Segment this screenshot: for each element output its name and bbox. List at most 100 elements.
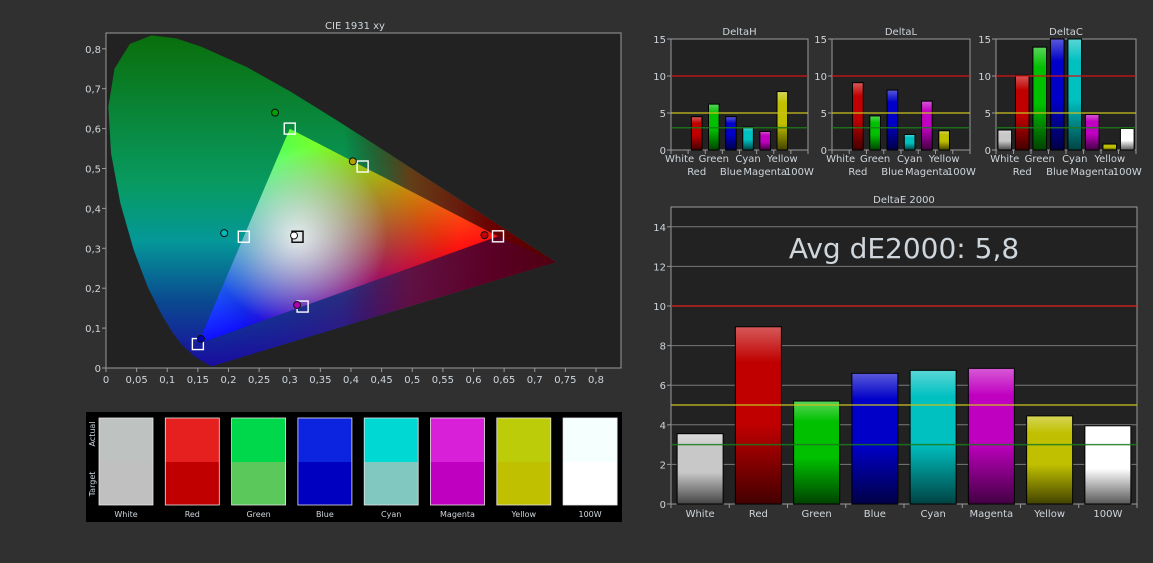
bar-red <box>690 116 703 151</box>
actual-marker-magenta <box>293 300 302 309</box>
y-tick-label: 0,3 <box>85 244 101 255</box>
swatch-target-blue <box>297 462 352 505</box>
x-tick-label: Red <box>1013 167 1032 178</box>
y-tick-label: 4 <box>660 421 666 432</box>
y-tick-label: 10 <box>814 72 827 83</box>
bar-blue <box>886 89 899 151</box>
bar-magenta <box>1084 113 1100 151</box>
x-tick-label: Green <box>860 154 890 165</box>
y-tick-label: 0,6 <box>85 125 101 136</box>
swatch-actual-red <box>165 418 220 462</box>
y-tick-label: 12 <box>653 262 666 273</box>
y-tick-label: 5 <box>660 109 666 120</box>
y-tick-label: 0 <box>95 364 101 375</box>
y-tick-label: 2 <box>660 460 666 471</box>
x-tick-label: Magenta <box>970 509 1014 520</box>
swatch-label: 100W <box>579 510 602 519</box>
y-tick-label: 5 <box>985 109 991 120</box>
x-tick-label: 100W <box>947 167 976 178</box>
x-tick-label: 0,55 <box>432 375 454 386</box>
x-tick-label: White <box>990 154 1019 165</box>
x-tick-label: 0 <box>103 375 109 386</box>
bar-yellow <box>938 130 950 151</box>
y-tick-label: 10 <box>978 72 991 83</box>
bar-cyan <box>909 369 957 505</box>
y-tick-label: 15 <box>653 35 666 46</box>
y-tick-label: 8 <box>660 342 666 353</box>
swatch-label: Green <box>246 510 270 519</box>
bar-yellow <box>1102 143 1118 151</box>
x-tick-label: White <box>665 154 694 165</box>
y-tick-label: 6 <box>660 381 666 392</box>
swatch-actual-blue <box>297 418 352 462</box>
swatch-panel: Actual Target White Red Green Blue Cyan Magenta… <box>86 412 622 522</box>
x-tick-label: 0,3 <box>282 375 298 386</box>
swatch-label: Yellow <box>510 510 536 519</box>
swatch-actual-cyan <box>364 418 419 462</box>
cie-chart: CIE 1931 xy 0 0,05 0,1 0,15 0,2 0,25 0,3 0,35 0,4… <box>85 21 622 386</box>
bar-magenta <box>967 367 1015 505</box>
x-tick-label: Yellow <box>766 154 798 165</box>
y-tick-label: 14 <box>653 223 666 234</box>
swatch-target-magenta <box>430 462 485 505</box>
swatch-target-cyan <box>364 462 419 505</box>
actual-marker-yellow <box>348 157 357 166</box>
x-tick-label: Magenta <box>743 167 787 178</box>
x-tick-label: 0,75 <box>554 375 576 386</box>
x-tick-label: Cyan <box>897 154 922 165</box>
y-tick-label: 0,1 <box>85 324 101 335</box>
swatch-actual-white <box>99 418 153 462</box>
bar-green <box>793 400 841 505</box>
bar-magenta <box>759 131 771 151</box>
cie-title: CIE 1931 xy <box>325 21 385 32</box>
x-tick-label: Blue <box>864 509 886 520</box>
x-tick-label: 0,35 <box>309 375 331 386</box>
x-tick-label: 0,25 <box>248 375 270 386</box>
x-tick-label: Cyan <box>1062 154 1087 165</box>
y-tick-label: 15 <box>978 35 991 46</box>
x-tick-label: 0,05 <box>125 375 147 386</box>
x-tick-label: 0,15 <box>187 375 209 386</box>
x-tick-label: Blue <box>720 167 742 178</box>
x-tick-label: 0,6 <box>466 375 482 386</box>
x-tick-label: Yellow <box>1093 154 1125 165</box>
y-tick-label: 0,7 <box>85 85 101 96</box>
x-tick-label: 0,5 <box>404 375 420 386</box>
swatch-label: Red <box>185 510 200 519</box>
y-tick-label: 0,5 <box>85 165 101 176</box>
deltaC-chart: DeltaC051015WhiteRedGreenBlueCyanMagenta… <box>978 27 1142 178</box>
swatch-actual-green <box>231 418 286 462</box>
avg-de-annotation: Avg dE2000: 5,8 <box>789 232 1019 265</box>
x-tick-label: 0,7 <box>527 375 543 386</box>
swatch-target-white <box>99 462 153 505</box>
y-tick-label: 0,8 <box>85 45 101 56</box>
y-tick-label: 10 <box>653 72 666 83</box>
x-tick-label: Magenta <box>905 167 949 178</box>
bar-blue <box>1049 38 1065 151</box>
x-tick-label: Yellow <box>1033 509 1065 520</box>
swatch-target-100w <box>563 462 618 505</box>
bar-100w <box>1084 425 1132 505</box>
x-tick-label: 100W <box>785 167 814 178</box>
deltaC-title: DeltaC <box>1049 27 1083 38</box>
deltaH-title: DeltaH <box>722 27 756 38</box>
swatch-label: White <box>114 510 137 519</box>
swatch-target-yellow <box>496 462 551 505</box>
swatch-actual-magenta <box>430 418 485 462</box>
deltaE-chart: DeltaE 2000 0 2 4 6 8 10 12 14 White Red Green Blue C… <box>653 195 1138 520</box>
deltaL-chart: DeltaL051015WhiteRedGreenBlueCyanMagenta… <box>814 27 976 178</box>
x-tick-label: Green <box>1025 154 1055 165</box>
actual-marker-cyan <box>220 229 229 238</box>
x-tick-label: 0,8 <box>588 375 604 386</box>
bar-red <box>852 82 864 151</box>
x-tick-label: 0,45 <box>370 375 392 386</box>
y-tick-label: 10 <box>653 302 666 313</box>
y-tick-label: 5 <box>821 109 827 120</box>
x-tick-label: Blue <box>881 167 903 178</box>
bar-green <box>869 115 881 151</box>
row-label-target: Target <box>88 472 97 498</box>
bar-cyan <box>1067 38 1083 151</box>
y-tick-label: 0,2 <box>85 284 101 295</box>
y-tick-label: 0,4 <box>85 204 101 215</box>
actual-marker-white <box>290 231 299 240</box>
